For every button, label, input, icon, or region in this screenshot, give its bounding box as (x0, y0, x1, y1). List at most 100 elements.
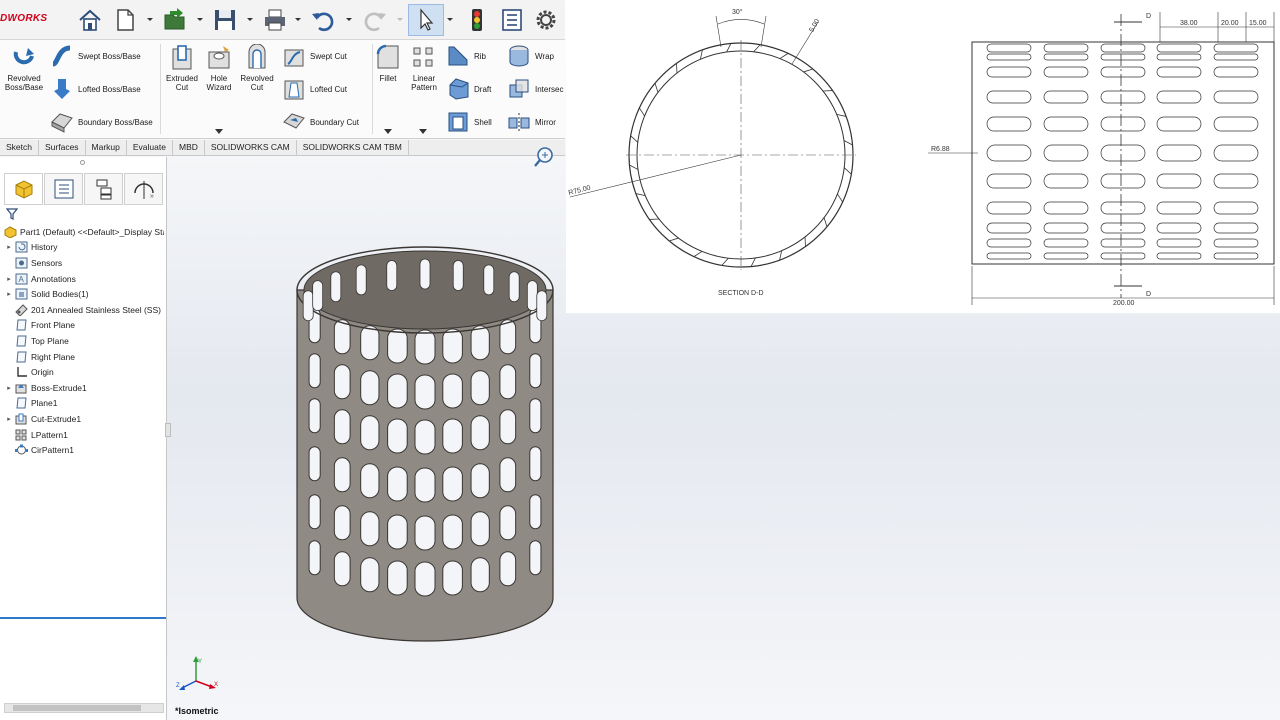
rollback-bar[interactable] (0, 617, 166, 619)
file-properties-icon[interactable] (497, 4, 527, 36)
tab-mbd[interactable]: MBD (173, 140, 205, 156)
chevron-right-icon[interactable]: » (150, 193, 162, 205)
mirror-button[interactable]: Mirror (507, 110, 556, 134)
tree-item-solid-bodies-1[interactable]: ▸ Solid Bodies(1) (4, 286, 164, 302)
tree-item-right-plane[interactable]: Right Plane (4, 349, 164, 365)
tab-sketch[interactable]: Sketch (0, 140, 39, 156)
zoom-to-fit-icon[interactable] (533, 146, 555, 168)
origin-icon (14, 366, 28, 378)
panel-grip[interactable] (80, 160, 85, 165)
wrap-button[interactable]: Wrap (507, 44, 554, 68)
panel-horizontal-scrollbar[interactable] (4, 703, 164, 713)
undo-icon[interactable] (308, 4, 338, 36)
fillet-button[interactable]: Fillet (375, 44, 401, 83)
tree-root-part[interactable]: Part1 (Default) <<Default>_Display Sta (4, 224, 164, 240)
circular-pattern-icon (14, 444, 28, 456)
chevron-down-icon[interactable] (345, 14, 353, 24)
linear-pattern-icon (14, 429, 28, 441)
tab-solidworks-cam-tbm[interactable]: SOLIDWORKS CAM TBM (297, 140, 409, 156)
swept-cut-label: Swept Cut (310, 51, 347, 61)
tab-surfaces[interactable]: Surfaces (39, 140, 86, 156)
command-manager-ribbon: Revolved Boss/Base Swept Boss/Base Lofte… (0, 40, 565, 139)
chevron-down-icon[interactable] (396, 14, 404, 24)
tree-item-201-annealed-stainless-steel-ss[interactable]: 201 Annealed Stainless Steel (SS) (4, 302, 164, 318)
configuration-manager-tab[interactable] (84, 173, 123, 205)
expand-arrow-icon[interactable]: ▸ (4, 384, 14, 392)
home-icon[interactable] (75, 4, 105, 36)
tree-item-plane1[interactable]: Plane1 (4, 396, 164, 412)
tree-item-top-plane[interactable]: Top Plane (4, 333, 164, 349)
tree-item-cut-extrude1[interactable]: ▸ Cut-Extrude1 (4, 411, 164, 427)
select-arrow-icon[interactable] (408, 4, 444, 36)
chevron-down-icon[interactable] (196, 14, 204, 24)
part-cube-icon (15, 180, 32, 199)
tab-solidworks-cam[interactable]: SOLIDWORKS CAM (205, 140, 297, 156)
filter-icon[interactable] (5, 208, 19, 222)
expand-arrow-icon[interactable]: ▸ (4, 415, 14, 423)
hole-wizard-button[interactable]: Hole Wizard (201, 44, 237, 92)
tree-item-front-plane[interactable]: Front Plane (4, 318, 164, 334)
save-icon[interactable] (210, 4, 240, 36)
boundary-cut-label: Boundary Cut (310, 117, 359, 127)
panel-collapse-handle[interactable] (165, 423, 171, 437)
lofted-boss-button[interactable]: Lofted Boss/Base (50, 77, 141, 101)
boundary-cut-button[interactable]: Boundary Cut (282, 110, 359, 134)
rebuild-traffic-light-icon[interactable] (462, 4, 492, 36)
tree-item-label: Boss-Extrude1 (31, 382, 87, 393)
revolved-cut-button[interactable]: Revolved Cut (238, 44, 276, 92)
view-orientation-label: *Isometric (175, 706, 219, 716)
swept-boss-button[interactable]: Swept Boss/Base (50, 44, 141, 68)
extruded-cut-button[interactable]: Extruded Cut (163, 44, 201, 92)
tree-item-label: Origin (31, 367, 54, 378)
tree-item-label: 201 Annealed Stainless Steel (SS) (31, 304, 161, 315)
scrollbar-thumb[interactable] (13, 705, 141, 711)
linear-pattern-button[interactable]: Linear Pattern (406, 44, 442, 92)
shell-label: Shell (474, 117, 492, 127)
tree-item-history[interactable]: ▸ History (4, 240, 164, 256)
chevron-down-icon[interactable] (446, 14, 454, 24)
rib-button[interactable]: Rib (446, 44, 486, 68)
intersect-button[interactable]: Intersec (507, 77, 563, 101)
new-document-icon[interactable] (110, 4, 140, 36)
lofted-cut-button[interactable]: Lofted Cut (282, 77, 347, 101)
tree-item-sensors[interactable]: Sensors (4, 255, 164, 271)
tab-markup[interactable]: Markup (86, 140, 127, 156)
tree-item-annotations[interactable]: ▸ A Annotations (4, 271, 164, 287)
chevron-down-icon[interactable] (419, 127, 427, 134)
tree-items: ▸ History Sensors ▸ A Annotations ▸ Solid Bodie… (4, 240, 164, 458)
mirror-label: Mirror (535, 117, 556, 127)
tree-item-label: Sensors (31, 257, 63, 268)
chevron-down-icon[interactable] (146, 14, 154, 24)
chevron-down-icon[interactable] (384, 127, 392, 134)
revolved-boss-button[interactable]: Revolved Boss/Base (4, 44, 44, 92)
lofted-cut-label: Lofted Cut (310, 84, 347, 94)
tree-item-boss-extrude1[interactable]: ▸ Boss-Extrude1 (4, 380, 164, 396)
revolved-boss-icon (13, 48, 34, 65)
draft-button[interactable]: Draft (446, 77, 491, 101)
expand-arrow-icon[interactable]: ▸ (4, 275, 14, 283)
tree-item-lpattern1[interactable]: LPattern1 (4, 427, 164, 443)
boss-extrude-icon (14, 382, 28, 394)
boundary-boss-button[interactable]: Boundary Boss/Base (50, 110, 153, 134)
chevron-down-icon[interactable] (294, 14, 302, 24)
swept-cut-button[interactable]: Swept Cut (282, 44, 347, 68)
open-icon[interactable] (160, 4, 190, 36)
perforated-cylinder-model[interactable] (280, 210, 570, 660)
print-icon[interactable] (260, 4, 290, 36)
svg-text:X: X (214, 682, 218, 688)
options-gear-icon[interactable] (531, 4, 561, 36)
tree-item-cirpattern1[interactable]: CirPattern1 (4, 442, 164, 458)
tab-evaluate[interactable]: Evaluate (127, 140, 173, 156)
chevron-down-icon[interactable] (215, 127, 223, 134)
expand-arrow-icon[interactable]: ▸ (4, 290, 14, 298)
property-manager-tab[interactable] (44, 173, 83, 205)
shell-button[interactable]: Shell (446, 110, 492, 134)
expand-arrow-icon[interactable]: ▸ (4, 243, 14, 251)
chevron-down-icon[interactable] (246, 14, 254, 24)
redo-icon[interactable] (360, 4, 390, 36)
tree-item-label: LPattern1 (31, 429, 68, 440)
annotations-icon: A (14, 273, 28, 285)
tree-item-label: Annotations (31, 273, 76, 284)
feature-manager-tab[interactable] (4, 173, 43, 205)
tree-item-origin[interactable]: Origin (4, 364, 164, 380)
